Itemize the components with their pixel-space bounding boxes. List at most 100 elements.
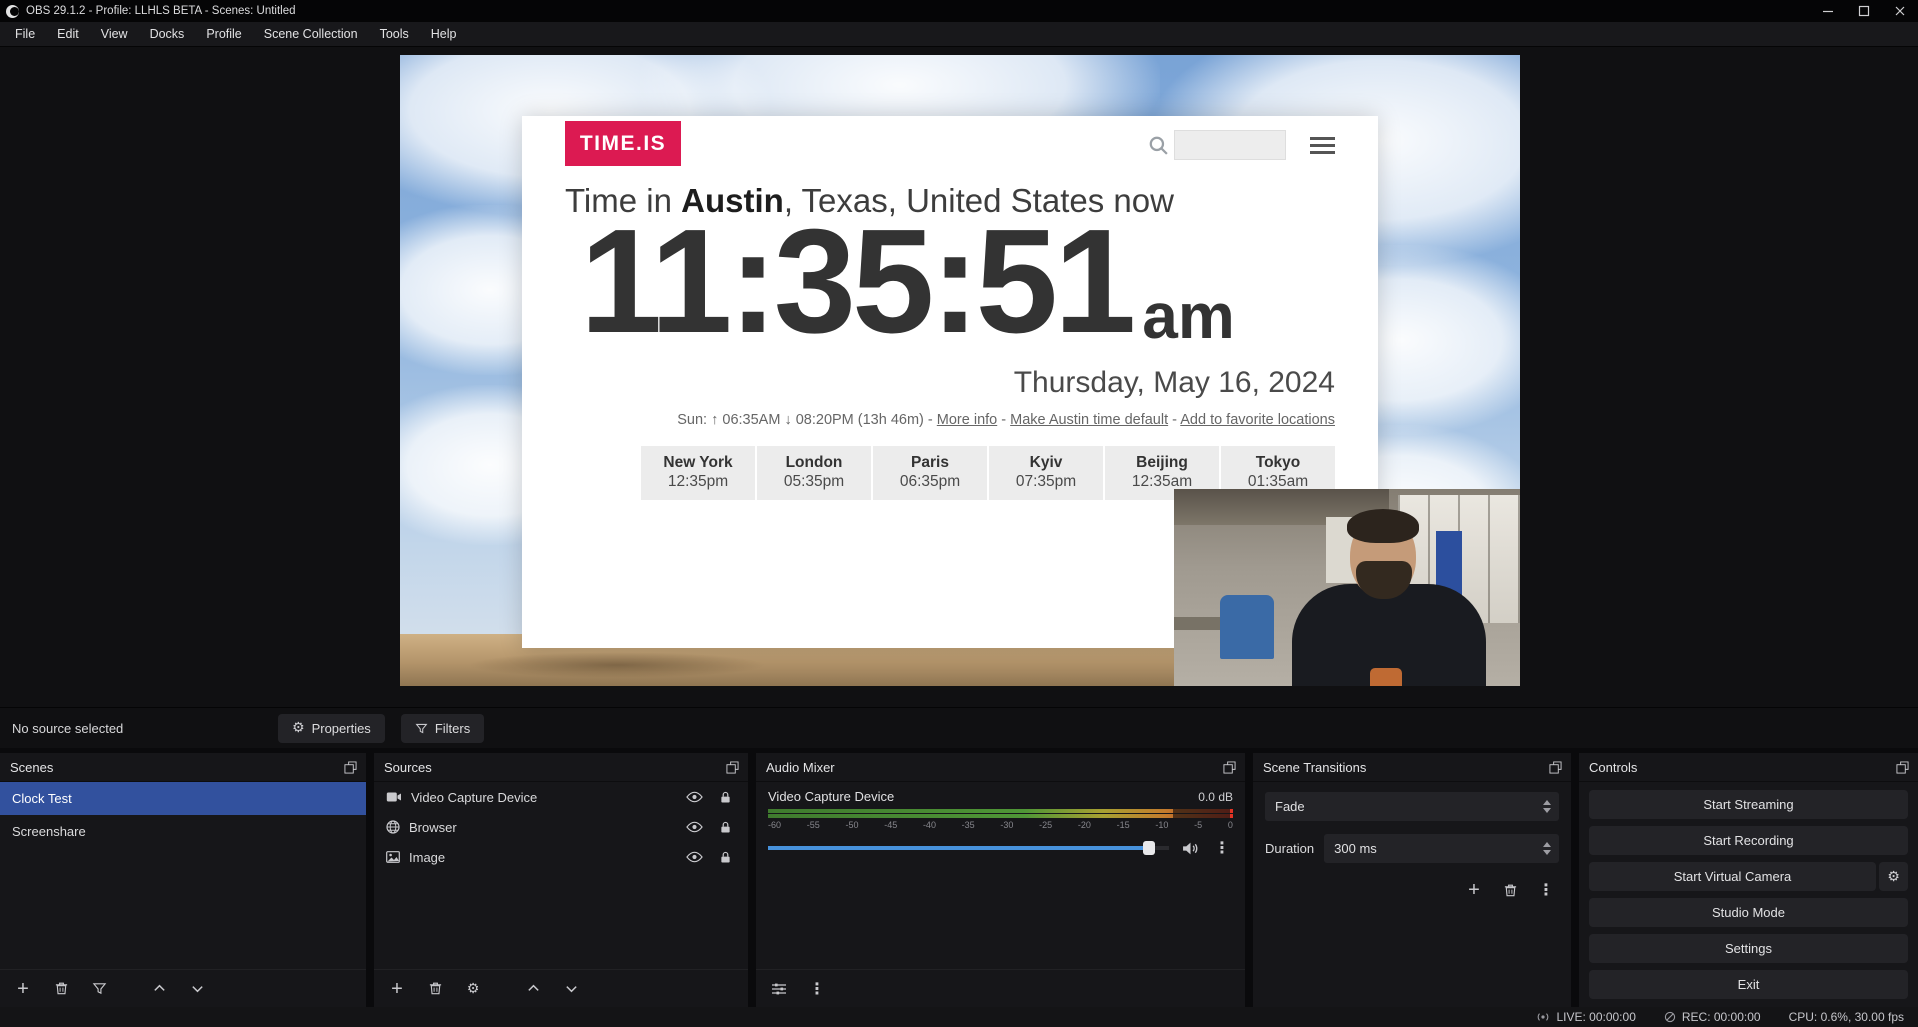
timeis-logo: TIME.IS bbox=[565, 121, 681, 166]
clock-meridiem: am bbox=[1142, 284, 1235, 348]
move-source-up-button[interactable] bbox=[522, 978, 544, 1000]
sources-toolbar: + ⚙ bbox=[374, 969, 748, 1007]
menu-view[interactable]: View bbox=[90, 22, 139, 46]
cpu-status: CPU: 0.6%, 30.00 fps bbox=[1789, 1010, 1904, 1024]
properties-button[interactable]: ⚙ Properties bbox=[278, 714, 385, 743]
window-title: OBS 29.1.2 - Profile: LLHLS BETA - Scene… bbox=[26, 5, 296, 17]
audio-mixer-header: Audio Mixer bbox=[756, 753, 1245, 782]
volume-slider[interactable] bbox=[768, 841, 1169, 855]
mixer-options-button[interactable]: ⋮ bbox=[806, 978, 828, 1000]
menu-file[interactable]: File bbox=[4, 22, 46, 46]
sources-list: Video Capture Device Browser bbox=[374, 782, 748, 969]
visibility-toggle-icon[interactable] bbox=[683, 816, 705, 838]
popout-icon[interactable] bbox=[1549, 761, 1562, 774]
popout-icon[interactable] bbox=[1223, 761, 1236, 774]
add-scene-button[interactable]: + bbox=[12, 978, 34, 1000]
source-properties-button[interactable]: ⚙ bbox=[462, 978, 484, 1000]
remove-transition-button[interactable] bbox=[1499, 879, 1521, 901]
transitions-header: Scene Transitions bbox=[1253, 753, 1571, 782]
transition-select[interactable]: Fade bbox=[1265, 792, 1559, 821]
sun-times: Sun: ↑ 06:35AM ↓ 08:20PM (13h 46m) - bbox=[677, 412, 933, 428]
mixer-channel: Video Capture Device 0.0 dB -60-55-50-45… bbox=[756, 782, 1245, 969]
menu-profile[interactable]: Profile bbox=[195, 22, 252, 46]
webcam-video-overlay[interactable] bbox=[1174, 489, 1520, 686]
broadcast-icon bbox=[1536, 1012, 1550, 1022]
menu-docks[interactable]: Docks bbox=[139, 22, 196, 46]
source-item-browser[interactable]: Browser bbox=[374, 812, 748, 842]
advanced-audio-button[interactable] bbox=[768, 978, 790, 1000]
settings-button[interactable]: Settings bbox=[1589, 934, 1908, 963]
city-tile: Kyiv 07:35pm bbox=[989, 446, 1103, 500]
duration-label: Duration bbox=[1265, 841, 1314, 856]
remove-scene-button[interactable] bbox=[50, 978, 72, 1000]
menu-tools[interactable]: Tools bbox=[369, 22, 420, 46]
preview-canvas[interactable]: TIME.IS Time in Austin, Texas, United St… bbox=[400, 55, 1520, 686]
move-scene-up-button[interactable] bbox=[148, 978, 170, 1000]
audio-mixer-panel: Audio Mixer Video Capture Device 0.0 dB … bbox=[756, 753, 1245, 1007]
timeis-sun-line: Sun: ↑ 06:35AM ↓ 08:20PM (13h 46m) - Mor… bbox=[677, 412, 1335, 428]
minimize-button[interactable] bbox=[1810, 0, 1846, 22]
close-button[interactable] bbox=[1882, 0, 1918, 22]
scene-item-clock-test[interactable]: Clock Test bbox=[0, 782, 366, 815]
popout-icon[interactable] bbox=[726, 761, 739, 774]
popout-icon[interactable] bbox=[1896, 761, 1909, 774]
timeis-search-area bbox=[1148, 130, 1335, 160]
city-tile: London 05:35pm bbox=[757, 446, 871, 500]
move-scene-down-button[interactable] bbox=[186, 978, 208, 1000]
duration-spinbox[interactable]: 300 ms bbox=[1324, 834, 1559, 863]
live-status: LIVE: 00:00:00 bbox=[1536, 1010, 1635, 1024]
controls-header: Controls bbox=[1579, 753, 1918, 782]
transition-options-button[interactable]: ⋮ bbox=[1535, 879, 1557, 901]
add-transition-button[interactable]: + bbox=[1463, 879, 1485, 901]
channel-options-button[interactable]: ⋮ bbox=[1211, 837, 1233, 859]
menu-edit[interactable]: Edit bbox=[46, 22, 90, 46]
studio-mode-button[interactable]: Studio Mode bbox=[1589, 898, 1908, 927]
scene-filters-button[interactable] bbox=[88, 978, 110, 1000]
start-virtual-camera-button[interactable]: Start Virtual Camera bbox=[1589, 862, 1876, 891]
spin-arrows-icon bbox=[1543, 842, 1551, 855]
lock-toggle-icon[interactable] bbox=[714, 786, 736, 808]
move-source-down-button[interactable] bbox=[560, 978, 582, 1000]
search-input bbox=[1174, 130, 1286, 160]
combo-arrows-icon bbox=[1543, 800, 1551, 813]
volume-meter bbox=[768, 809, 1233, 818]
add-source-button[interactable]: + bbox=[386, 978, 408, 1000]
city-tile: Paris 06:35pm bbox=[873, 446, 987, 500]
camera-icon bbox=[386, 791, 402, 803]
filters-button[interactable]: Filters bbox=[401, 714, 484, 743]
source-item-video-capture[interactable]: Video Capture Device bbox=[374, 782, 748, 812]
start-streaming-button[interactable]: Start Streaming bbox=[1589, 790, 1908, 819]
obs-logo-icon bbox=[6, 5, 19, 18]
maximize-button[interactable] bbox=[1846, 0, 1882, 22]
virtual-camera-settings-button[interactable]: ⚙ bbox=[1879, 862, 1908, 891]
menu-help[interactable]: Help bbox=[420, 22, 468, 46]
blue-chair bbox=[1220, 595, 1274, 659]
timeis-date: Thursday, May 16, 2024 bbox=[1014, 366, 1335, 400]
volume-slider-handle[interactable] bbox=[1143, 841, 1155, 855]
scene-transitions-panel: Scene Transitions Fade Duration 300 ms + bbox=[1253, 753, 1571, 1007]
mixer-toolbar: ⋮ bbox=[756, 969, 1245, 1007]
filter-icon bbox=[415, 722, 428, 735]
gear-icon: ⚙ bbox=[292, 721, 305, 735]
selected-source-toolbar: No source selected ⚙ Properties Filters bbox=[0, 707, 1918, 748]
scenes-list: Clock Test Screenshare bbox=[0, 782, 366, 969]
meter-scale: -60-55-50-45-40-35-30-25-20-15-10-50 bbox=[768, 820, 1233, 830]
mixer-channel-name: Video Capture Device bbox=[768, 789, 894, 804]
more-info-link: More info bbox=[937, 412, 997, 428]
source-item-image[interactable]: Image bbox=[374, 842, 748, 872]
visibility-toggle-icon[interactable] bbox=[683, 846, 705, 868]
add-favorite-link: Add to favorite locations bbox=[1180, 412, 1335, 428]
start-recording-button[interactable]: Start Recording bbox=[1589, 826, 1908, 855]
mute-toggle-icon[interactable] bbox=[1179, 837, 1201, 859]
menu-scene-collection[interactable]: Scene Collection bbox=[253, 22, 369, 46]
sources-panel-header: Sources bbox=[374, 753, 748, 782]
exit-button[interactable]: Exit bbox=[1589, 970, 1908, 999]
lock-toggle-icon[interactable] bbox=[714, 816, 736, 838]
scene-item-screenshare[interactable]: Screenshare bbox=[0, 815, 366, 848]
remove-source-button[interactable] bbox=[424, 978, 446, 1000]
lock-toggle-icon[interactable] bbox=[714, 846, 736, 868]
scenes-panel-header: Scenes bbox=[0, 753, 366, 782]
popout-icon[interactable] bbox=[344, 761, 357, 774]
menu-bar: File Edit View Docks Profile Scene Colle… bbox=[0, 22, 1918, 47]
visibility-toggle-icon[interactable] bbox=[683, 786, 705, 808]
